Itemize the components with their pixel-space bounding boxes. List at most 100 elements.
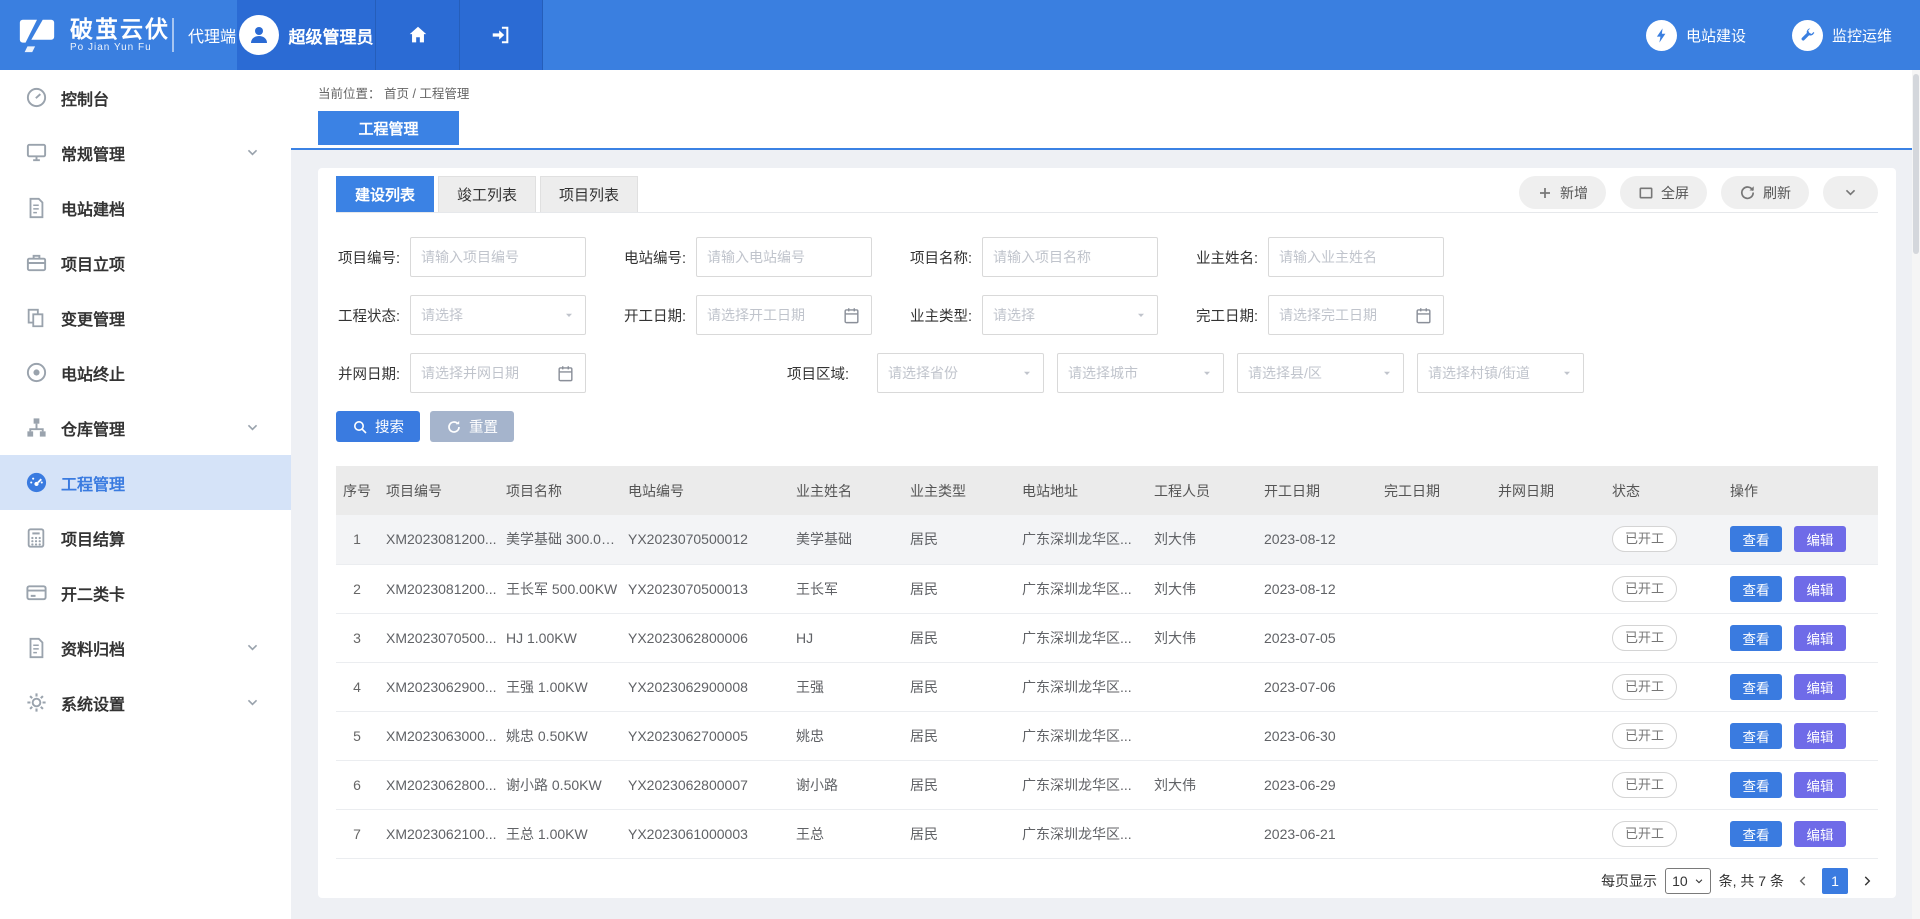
action-button-2[interactable]: 刷新: [1721, 176, 1809, 209]
wrench-icon: [1792, 20, 1823, 51]
sidebar-item-0[interactable]: 控制台: [0, 70, 291, 125]
view-button[interactable]: 查看: [1730, 674, 1782, 700]
view-button[interactable]: 查看: [1730, 821, 1782, 847]
per-page-label: 每页显示: [1601, 871, 1657, 891]
filter-date[interactable]: 请选择完工日期: [1268, 295, 1444, 335]
sidebar-item-7[interactable]: 工程管理: [0, 455, 291, 510]
sidebar-item-10[interactable]: 资料归档: [0, 620, 291, 675]
edit-button[interactable]: 编辑: [1794, 576, 1846, 602]
status-badge: 已开工: [1612, 821, 1677, 847]
filter-date[interactable]: 请选择开工日期: [696, 295, 872, 335]
filter-select[interactable]: 请选择: [410, 295, 586, 335]
sidebar-item-9[interactable]: 开二类卡: [0, 565, 291, 620]
cell-owner-name: 王长军: [788, 564, 902, 613]
home-button[interactable]: [376, 0, 460, 70]
cell-station-no: YX2023062800006: [620, 613, 788, 662]
next-page-button[interactable]: [1856, 868, 1878, 894]
action-button-label: 刷新: [1763, 183, 1791, 203]
logout-button[interactable]: [460, 0, 543, 70]
filter-input[interactable]: [1268, 237, 1444, 277]
quick-links: 电站建设 监控运维: [1646, 0, 1920, 70]
search-button[interactable]: 搜索: [336, 411, 420, 442]
edit-button[interactable]: 编辑: [1794, 772, 1846, 798]
edit-button[interactable]: 编辑: [1794, 625, 1846, 651]
cell-owner-type: 居民: [902, 662, 1014, 711]
sidebar-item-label: 常规管理: [61, 141, 125, 165]
sidebar-item-2[interactable]: 电站建档: [0, 180, 291, 235]
select-placeholder: 请选择: [421, 305, 563, 325]
view-button[interactable]: 查看: [1730, 723, 1782, 749]
region-select-2[interactable]: 请选择县/区: [1237, 353, 1404, 393]
sidebar-item-4[interactable]: 变更管理: [0, 290, 291, 345]
action-button-0[interactable]: 新增: [1519, 176, 1606, 209]
filter-input[interactable]: [410, 237, 586, 277]
region-select-0[interactable]: 请选择省份: [877, 353, 1044, 393]
tab-1[interactable]: 竣工列表: [438, 176, 536, 212]
filter-field-0-3: 业主姓名:: [1194, 237, 1444, 277]
cell-station-no: YX2023070500013: [620, 564, 788, 613]
tab-2[interactable]: 项目列表: [540, 176, 638, 212]
cell-grid-date: [1490, 809, 1604, 858]
edit-button[interactable]: 编辑: [1794, 674, 1846, 700]
filter-input[interactable]: [696, 237, 872, 277]
cell-station-no: YX2023062900008: [620, 662, 788, 711]
filter-select[interactable]: 请选择: [982, 295, 1158, 335]
cell-project-no: XM2023062100...: [378, 809, 498, 858]
page-tab[interactable]: 工程管理: [318, 111, 459, 145]
reset-button[interactable]: 重置: [430, 411, 514, 442]
sidebar-item-6[interactable]: 仓库管理: [0, 400, 291, 455]
sidebar-item-1[interactable]: 常规管理: [0, 125, 291, 180]
sidebar-item-5[interactable]: 电站终止: [0, 345, 291, 400]
edit-button[interactable]: 编辑: [1794, 723, 1846, 749]
cell-finish-date: [1376, 662, 1490, 711]
action-button-1[interactable]: 全屏: [1620, 176, 1707, 209]
sidebar-item-label: 项目立项: [61, 251, 125, 275]
per-page-select[interactable]: 10: [1665, 868, 1711, 894]
sidebar-item-3[interactable]: 项目立项: [0, 235, 291, 290]
cell-station-no: YX2023070500012: [620, 515, 788, 564]
view-button[interactable]: 查看: [1730, 576, 1782, 602]
sidebar-item-11[interactable]: 系统设置: [0, 675, 291, 730]
quick-link-1[interactable]: 监控运维: [1792, 20, 1892, 51]
filter-input[interactable]: [982, 237, 1158, 277]
view-button[interactable]: 查看: [1730, 625, 1782, 651]
sidebar-item-8[interactable]: 项目结算: [0, 510, 291, 565]
column-header: 操作: [1722, 466, 1878, 515]
sidebar-item-label: 项目结算: [61, 526, 125, 550]
view-button[interactable]: 查看: [1730, 526, 1782, 552]
scrollbar-thumb[interactable]: [1913, 74, 1919, 254]
view-button[interactable]: 查看: [1730, 772, 1782, 798]
edit-button[interactable]: 编辑: [1794, 526, 1846, 552]
page-number-button[interactable]: 1: [1822, 868, 1848, 894]
cell-project-name: 王总 1.00KW: [498, 809, 620, 858]
column-header: 电站地址: [1014, 466, 1146, 515]
quick-link-0[interactable]: 电站建设: [1646, 20, 1746, 51]
cell-grid-date: [1490, 760, 1604, 809]
filter-date[interactable]: 请选择并网日期: [410, 353, 586, 393]
table-body: 1XM2023081200...美学基础 300.00...YX20230705…: [336, 515, 1878, 858]
region-select-1[interactable]: 请选择城市: [1057, 353, 1224, 393]
pagination-total: 条, 共 7 条: [1719, 871, 1784, 891]
user-menu[interactable]: 超级管理员: [237, 0, 376, 70]
scrollbar-track[interactable]: [1912, 70, 1920, 919]
filter-label: 项目区域:: [787, 363, 847, 384]
collapse-button[interactable]: [1823, 176, 1878, 209]
tab-0[interactable]: 建设列表: [336, 176, 434, 212]
cell-grid-date: [1490, 515, 1604, 564]
cell-owner-type: 居民: [902, 613, 1014, 662]
select-placeholder: 请选择村镇/街道: [1428, 363, 1561, 383]
edit-button[interactable]: 编辑: [1794, 821, 1846, 847]
calendar-icon: [842, 306, 861, 325]
gear-icon: [24, 691, 48, 715]
table-row-1: 2XM2023081200...王长军 500.00KWYX2023070500…: [336, 564, 1878, 613]
prev-page-button[interactable]: [1792, 868, 1814, 894]
cell-project-name: 王长军 500.00KW: [498, 564, 620, 613]
cell-project-no: XM2023062800...: [378, 760, 498, 809]
cell-status: 已开工: [1604, 613, 1722, 662]
column-header: 状态: [1604, 466, 1722, 515]
cell-owner-type: 居民: [902, 760, 1014, 809]
region-select-3[interactable]: 请选择村镇/街道: [1417, 353, 1584, 393]
column-header: 业主姓名: [788, 466, 902, 515]
table-header-row: 序号项目编号项目名称电站编号业主姓名业主类型电站地址工程人员开工日期完工日期并网…: [336, 466, 1878, 515]
cell-project-no: XM2023081200...: [378, 515, 498, 564]
